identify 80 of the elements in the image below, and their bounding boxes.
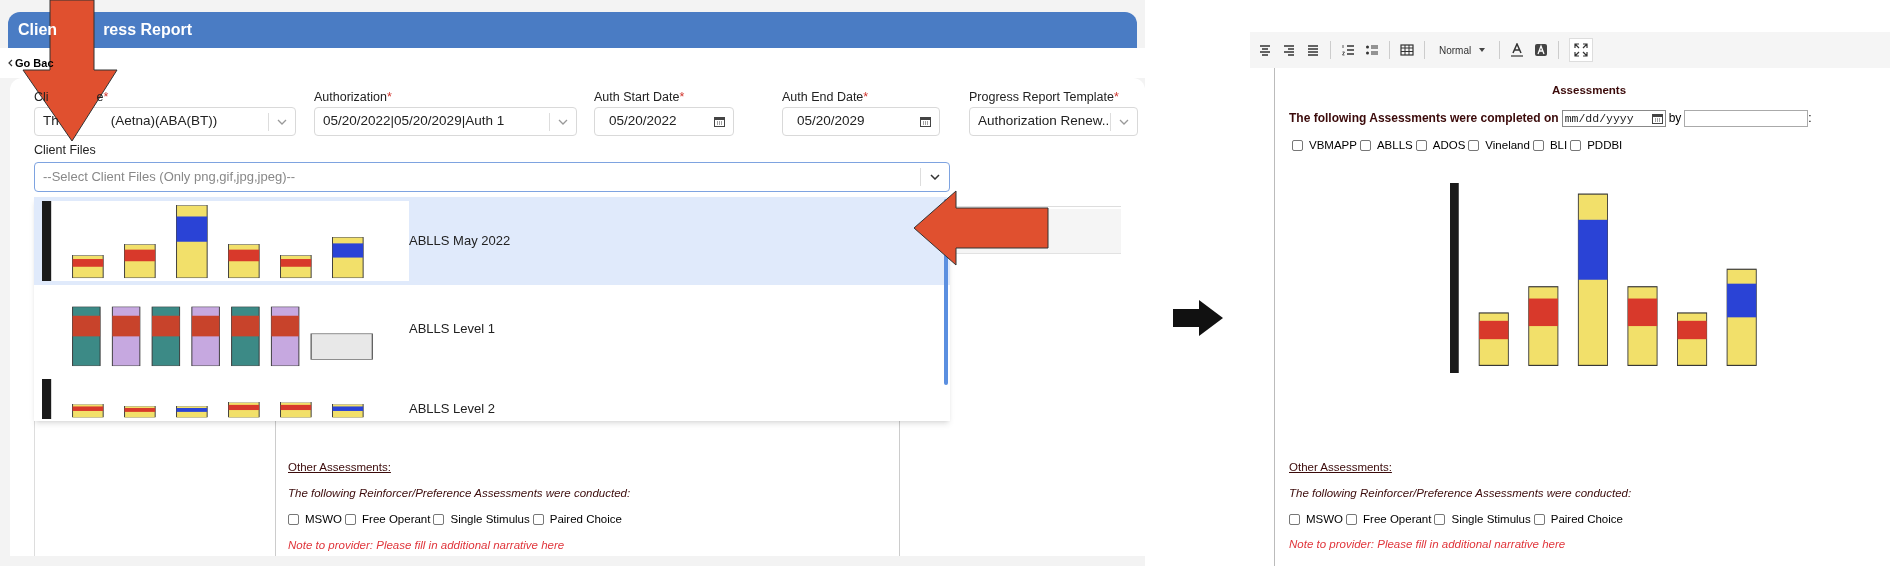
checkbox[interactable] (1533, 514, 1545, 526)
checkbox[interactable] (1346, 514, 1358, 526)
checkbox-label: MSWO (305, 512, 343, 528)
fullscreen-button[interactable] (1569, 38, 1594, 62)
date-field[interactable]: mm/dd/yyyy (1561, 109, 1666, 127)
calendar-icon (920, 116, 931, 127)
section-heading: Other Assessments: (288, 459, 391, 475)
date-field[interactable]: 05/20/2022 (594, 107, 734, 136)
checkbox[interactable] (433, 514, 445, 526)
checkbox[interactable] (532, 514, 544, 526)
required-mark: * (863, 89, 869, 103)
checkbox[interactable] (1570, 140, 1582, 152)
align-right-icon[interactable] (1282, 43, 1296, 57)
checkbox-label: ABLLS (1376, 138, 1413, 154)
checkbox[interactable] (1468, 140, 1480, 152)
chevron-down-icon (558, 118, 568, 125)
date-field[interactable]: 05/20/2029 (782, 107, 940, 136)
checkbox-label: Free Operant (1363, 512, 1432, 527)
arrow (1172, 300, 1223, 336)
checkbox[interactable] (1415, 140, 1427, 152)
text-field[interactable] (1684, 109, 1809, 127)
select-field[interactable]: Authorization Renew... (969, 107, 1138, 136)
checkbox[interactable] (288, 514, 299, 526)
required-mark: * (386, 89, 392, 103)
chevron-down-icon (277, 118, 287, 125)
intro-text: The following Reinforcer/Preference Assessments were conducted: (288, 486, 631, 501)
checkbox[interactable] (1292, 140, 1303, 152)
expand-icon (1574, 43, 1589, 57)
checkbox[interactable] (1532, 140, 1544, 152)
checkbox[interactable] (1289, 514, 1300, 526)
note-text: Note to provider: Please fill in additional narrative here (288, 537, 565, 553)
caret-icon (1479, 48, 1486, 52)
header-title: ress Report (103, 20, 193, 40)
field-label: Auth Start Date (594, 89, 680, 103)
required-mark: * (103, 89, 109, 103)
checkbox-label: Vineland (1485, 138, 1530, 154)
align-center-icon[interactable] (1258, 43, 1272, 57)
required-mark: * (1114, 89, 1119, 103)
intro-text: The following Reinforcer/Preference Assessments were conducted: (1289, 485, 1632, 501)
chevron-down-icon (930, 173, 940, 180)
field-label: Auth End Date (782, 89, 864, 103)
justify-icon[interactable] (1306, 43, 1320, 57)
chevron-down-icon (1119, 118, 1129, 125)
checkbox-label: ADOS (1432, 138, 1466, 154)
dropdown-option[interactable]: ABLLS May 2022 (34, 196, 950, 285)
checkbox-label: Single Stimulus (450, 512, 530, 528)
checkbox-label: PDDBI (1587, 138, 1623, 154)
text-color-icon[interactable] (1510, 43, 1525, 57)
checkbox-label: Paired Choice (1550, 512, 1623, 527)
checkbox-label: Single Stimulus (1451, 512, 1531, 527)
checkbox-label: VBMAPP (1309, 138, 1357, 154)
numbered-list-icon[interactable] (1341, 43, 1355, 57)
select-field[interactable]: 05/20/2022|05/20/2029|Auth 1 (314, 107, 577, 136)
dropdown-option[interactable]: ABLLS Level 2 (34, 372, 950, 421)
checkbox-label: Free Operant (362, 512, 431, 528)
dropdown-option[interactable]: ABLLS Level 1 (34, 284, 950, 373)
background-color-icon[interactable] (1534, 43, 1549, 57)
by-label: by (1668, 110, 1682, 128)
required-mark: * (679, 89, 685, 103)
section-heading: Assessments (1551, 83, 1627, 98)
section-heading: Other Assessments: (1289, 459, 1392, 475)
checkbox-label: MSWO (1306, 512, 1344, 527)
note-text: Note to provider: Please fill in additional narrative here (1289, 537, 1566, 553)
chevron-left-icon (8, 59, 13, 67)
checkbox[interactable] (1359, 140, 1371, 152)
checkbox-label: BLI (1549, 138, 1568, 154)
style-dropdown[interactable]: Normal (1435, 42, 1490, 58)
checkbox[interactable] (345, 514, 357, 526)
table-icon[interactable] (1400, 43, 1414, 57)
assessment-sentence: The following Assessments were completed on (1289, 110, 1559, 128)
bullet-list-icon[interactable] (1365, 43, 1379, 57)
select-field[interactable]: --Select Client Files (Only png,gif,jpg,jpeg)-- (34, 161, 950, 192)
checkbox-label: Paired Choice (549, 512, 622, 528)
field-label: Authorization (314, 89, 387, 103)
calendar-icon (1651, 112, 1663, 124)
field-label: Progress Report Template (969, 89, 1114, 103)
field-label: Client Files (34, 142, 96, 159)
colon-text: : (1808, 110, 1812, 128)
checkbox[interactable] (1434, 514, 1446, 526)
calendar-icon (714, 116, 725, 127)
